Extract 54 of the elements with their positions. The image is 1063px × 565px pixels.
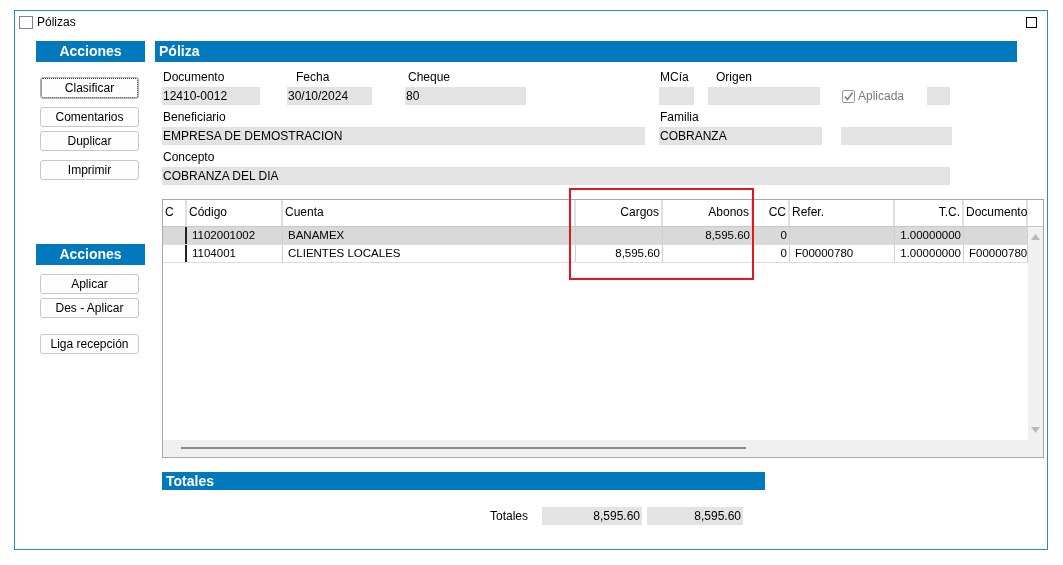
action-button[interactable]: Comentarios <box>40 107 139 127</box>
vertical-scrollbar[interactable] <box>1028 227 1043 440</box>
section-header: Acciones <box>36 244 145 265</box>
action-button[interactable]: Liga recepción <box>40 334 139 354</box>
action-button[interactable]: Imprimir <box>40 160 139 180</box>
window-icon <box>19 15 33 29</box>
totals-label: Totales <box>490 509 530 523</box>
field-label: Cheque <box>408 70 451 84</box>
action-button[interactable]: Aplicar <box>40 274 139 294</box>
table-cell: 1.00000000 <box>900 247 961 259</box>
table-cell: F00000780 <box>969 247 1028 259</box>
input-field[interactable]: COBRANZA DEL DIA <box>162 167 950 185</box>
scroll-down-icon[interactable] <box>1031 427 1040 433</box>
table-cell: 0 <box>780 229 787 241</box>
action-button[interactable]: Des - Aplicar <box>40 298 139 318</box>
input-field[interactable]: 30/10/2024 <box>287 87 372 105</box>
table-cell: BANAMEX <box>288 229 345 241</box>
table-cell: 1.00000000 <box>900 229 961 241</box>
horizontal-scrollbar[interactable] <box>163 440 1043 457</box>
table-cell: 0 <box>780 247 787 259</box>
input-field[interactable]: 80 <box>405 87 526 105</box>
section-header: Totales <box>162 472 765 490</box>
table-cell: 1102001002 <box>192 229 256 241</box>
table-cell: 8,595.60 <box>705 229 750 241</box>
field-label: Origen <box>716 70 753 84</box>
input-field[interactable] <box>841 127 952 145</box>
field-label: MCía <box>660 70 689 84</box>
input-field[interactable] <box>927 87 950 105</box>
total-field: 8,595.60 <box>542 507 642 525</box>
field-label: Beneficiario <box>163 110 226 124</box>
input-field[interactable]: COBRANZA <box>659 127 822 145</box>
table-cell: CLIENTES LOCALES <box>288 247 401 259</box>
field-label: Familia <box>660 110 699 124</box>
table-row[interactable]: 1102001002 BANAMEX 8,595.60 0 1.00000000 <box>163 227 1028 245</box>
input-field[interactable] <box>708 87 820 105</box>
table-cell: F00000780 <box>795 247 854 259</box>
action-button[interactable]: Duplicar <box>40 131 139 151</box>
maximize-icon[interactable] <box>1026 16 1037 28</box>
total-field: 8,595.60 <box>647 507 743 525</box>
action-button[interactable]: Clasificar <box>40 77 139 99</box>
input-field[interactable]: EMPRESA DE DEMOSTRACION <box>162 127 645 145</box>
checkbox-label: Aplicada <box>858 89 905 103</box>
table-cell: 1104001 <box>192 247 236 259</box>
input-field[interactable]: 12410-0012 <box>162 87 260 105</box>
section-header: Acciones <box>36 41 145 62</box>
table-cell: 8,595.60 <box>615 247 660 259</box>
section-header: Póliza <box>155 41 1017 62</box>
field-label: Documento <box>163 70 225 84</box>
table-row[interactable]: 1104001 CLIENTES LOCALES 8,595.60 0 F00000780 1.00000000 F00000780 <box>163 245 1028 263</box>
scroll-up-icon[interactable] <box>1031 234 1040 240</box>
input-field[interactable] <box>659 87 694 105</box>
window-title: Pólizas <box>37 15 76 29</box>
field-label: Concepto <box>163 150 215 164</box>
field-label: Fecha <box>296 70 330 84</box>
